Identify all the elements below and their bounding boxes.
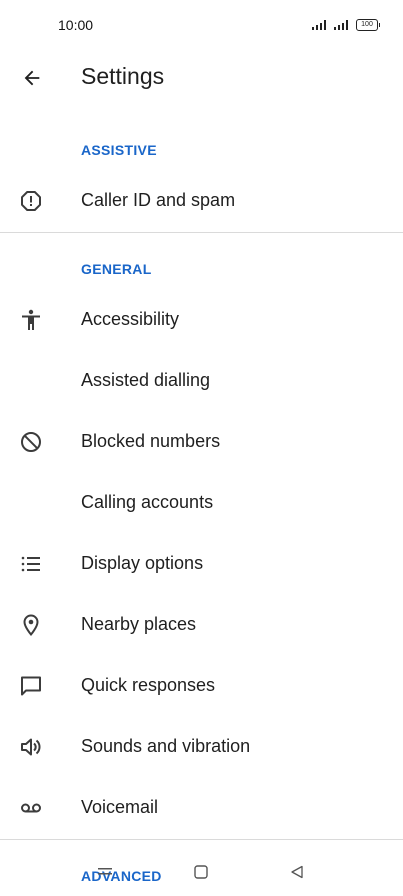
system-nav-bar [0, 848, 403, 896]
settings-item-sounds-vibration[interactable]: Sounds and vibration [0, 717, 403, 778]
settings-item-blocked-numbers[interactable]: Blocked numbers [0, 412, 403, 473]
section-header-assistive: ASSISTIVE [81, 142, 157, 158]
battery-icon: 100 [356, 19, 380, 31]
settings-item-label: Caller ID and spam [81, 190, 236, 210]
volume-icon [19, 735, 43, 759]
status-time: 10:00 [58, 17, 94, 33]
voicemail-icon [19, 796, 43, 820]
block-icon [19, 430, 43, 454]
back-triangle-icon [291, 865, 303, 879]
divider [0, 232, 403, 233]
alert-circle-icon [19, 189, 43, 213]
settings-item-voicemail[interactable]: Voicemail [0, 778, 403, 839]
accessibility-icon [19, 308, 43, 332]
settings-item-label: Assisted dialling [81, 370, 211, 390]
section-header-general: GENERAL [81, 261, 152, 277]
page-title: Settings [81, 63, 165, 89]
signal-icon [312, 20, 326, 30]
settings-item-label: Nearby places [81, 614, 197, 634]
settings-item-label: Voicemail [81, 797, 159, 817]
settings-item-assisted-dialling[interactable]: Assisted dialling [0, 351, 403, 412]
settings-item-label: Accessibility [81, 309, 180, 329]
settings-item-nearby-places[interactable]: Nearby places [0, 595, 403, 656]
divider [0, 839, 403, 840]
settings-item-quick-responses[interactable]: Quick responses [0, 656, 403, 717]
settings-item-display-options[interactable]: Display options [0, 534, 403, 595]
status-icons: 100 [312, 19, 380, 31]
settings-item-accessibility[interactable]: Accessibility [0, 290, 403, 351]
status-bar: 10:00 100 [0, 0, 403, 50]
back-button[interactable] [18, 64, 46, 92]
menu-button[interactable] [93, 860, 117, 884]
home-button[interactable] [189, 860, 213, 884]
message-icon [19, 674, 43, 698]
app-bar: Settings [0, 50, 403, 106]
menu-icon [98, 868, 112, 875]
home-square-icon [194, 865, 208, 879]
signal-icon [334, 20, 348, 30]
settings-item-label: Display options [81, 553, 204, 573]
settings-item-label: Calling accounts [81, 492, 214, 512]
location-pin-icon [19, 613, 43, 637]
settings-item-label: Blocked numbers [81, 431, 221, 451]
settings-item-calling-accounts[interactable]: Calling accounts [0, 473, 403, 534]
list-icon [19, 552, 43, 576]
settings-item-caller-id[interactable]: Caller ID and spam [0, 171, 403, 232]
settings-item-label: Quick responses [81, 675, 216, 695]
settings-item-label: Sounds and vibration [81, 736, 251, 756]
arrow-back-icon [24, 70, 40, 86]
back-nav-button[interactable] [285, 860, 309, 884]
